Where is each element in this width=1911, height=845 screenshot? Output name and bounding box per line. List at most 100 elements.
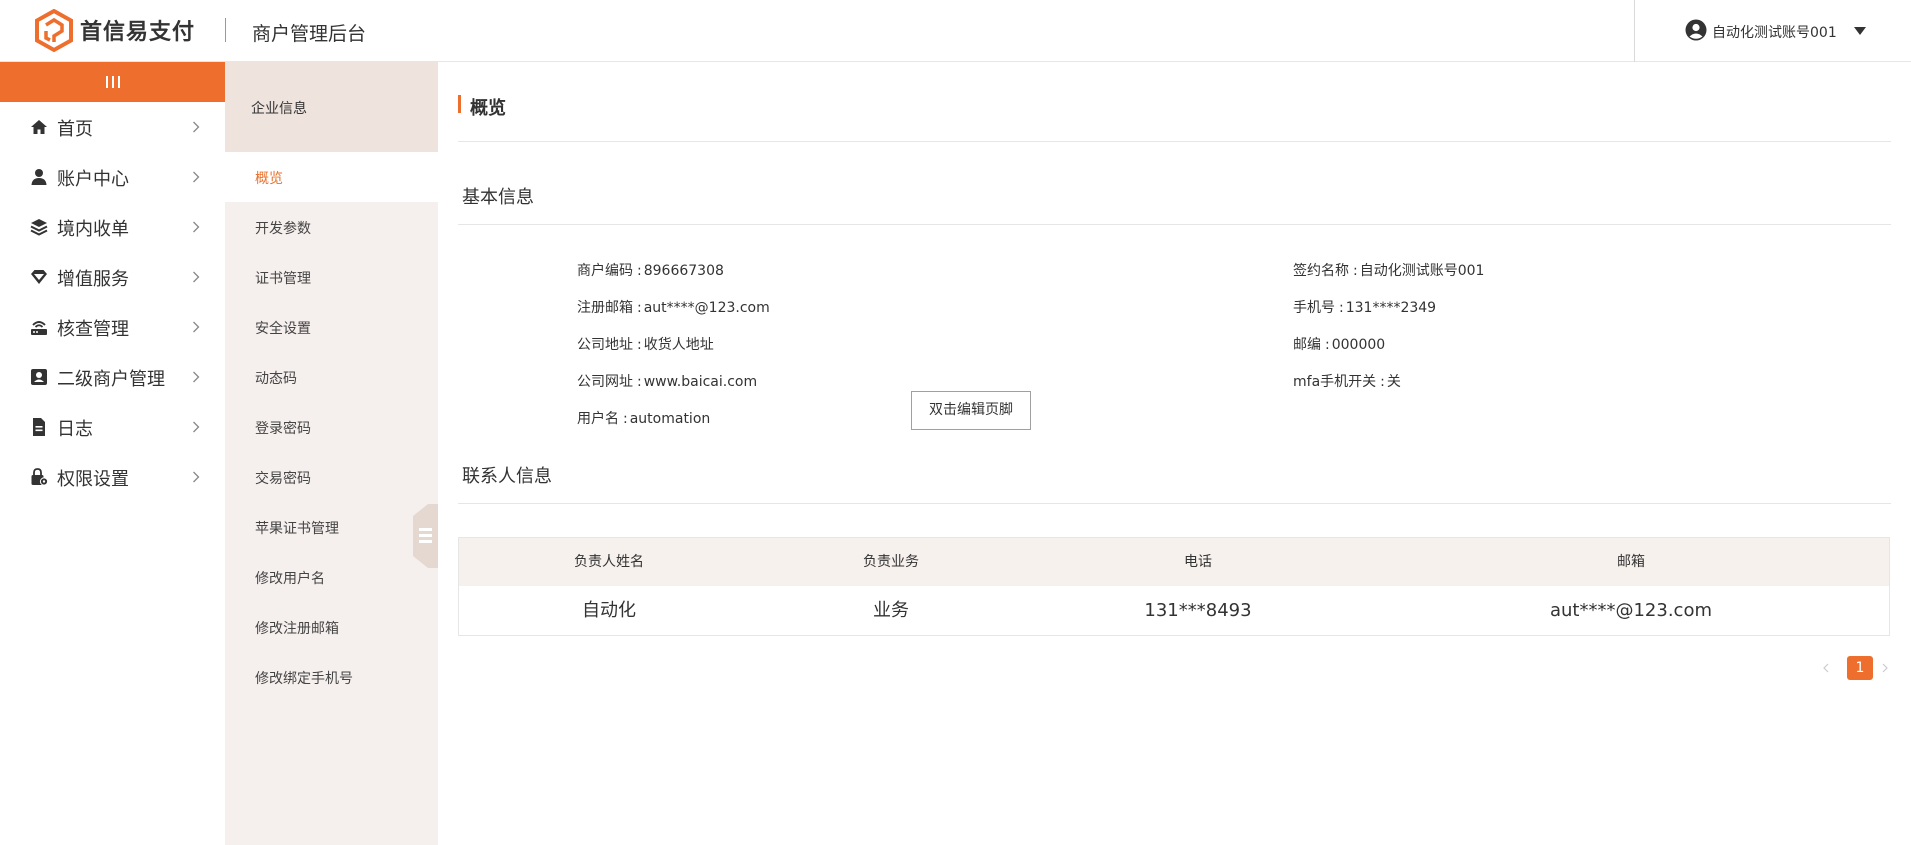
- sub-nav-item-certificates[interactable]: 证书管理: [225, 252, 438, 302]
- nav-item-value-added[interactable]: 增值服务: [0, 252, 225, 302]
- nav-label: 账户中心: [57, 169, 129, 190]
- sub-nav-label: 概览: [255, 171, 283, 187]
- section-title-contact-info: 联系人信息: [462, 466, 552, 487]
- sub-nav-item-login-password[interactable]: 登录密码: [225, 402, 438, 452]
- user-avatar-icon: [1685, 19, 1707, 41]
- table-cell: 业务: [873, 600, 909, 621]
- home-icon: [31, 120, 47, 134]
- main-content: 概览 基本信息 商户编码:896667308 注册邮箱: aut****@123.…: [438, 62, 1911, 845]
- chevron-left-icon[interactable]: [1822, 663, 1830, 673]
- sub-nav-label: 苹果证书管理: [255, 521, 339, 537]
- chevron-right-icon: [193, 471, 200, 483]
- chevron-right-icon: [193, 221, 200, 233]
- left-nav: 首页 账户中心 境内收单 增值服务 核查管理 二级商户管理 日志 权限设置: [0, 62, 225, 845]
- top-header: 首信易支付 商户管理后台 自动化测试账号001: [0, 0, 1911, 62]
- info-username: 用户名: automation: [577, 411, 711, 427]
- sub-nav-item-change-email[interactable]: 修改注册邮箱: [225, 602, 438, 652]
- sub-nav-label: 修改注册邮箱: [255, 621, 339, 637]
- router-icon: [31, 321, 47, 335]
- menu-bars-icon: [106, 76, 120, 88]
- chevron-right-icon: [193, 421, 200, 433]
- sub-nav-label: 修改绑定手机号: [255, 671, 353, 687]
- table-cell: 131***8493: [1144, 600, 1252, 621]
- nav-label: 首页: [57, 119, 93, 140]
- sub-nav-item-change-phone[interactable]: 修改绑定手机号: [225, 652, 438, 702]
- sub-nav-collapse-handle[interactable]: [413, 504, 438, 568]
- contact-table: 负责人姓名 负责业务 电话 邮箱 自动化 业务 131***8493 aut**…: [458, 537, 1890, 636]
- document-icon: [33, 418, 45, 436]
- info-merchant-code: 商户编码:896667308: [577, 263, 724, 279]
- layers-icon: [30, 219, 48, 236]
- id-card-icon: [31, 369, 47, 385]
- chevron-right-icon: [193, 321, 200, 333]
- app-title: 商户管理后台: [252, 23, 367, 45]
- sub-nav-item-dev-params[interactable]: 开发参数: [225, 202, 438, 252]
- chevron-right-icon: [193, 271, 200, 283]
- info-phone: 手机号:131****2349: [1293, 300, 1437, 316]
- info-company-address: 公司地址: 收货人地址: [577, 337, 714, 353]
- sub-nav-label: 登录密码: [255, 421, 311, 437]
- column-header: 负责人姓名: [574, 554, 644, 570]
- sub-nav-item-trade-password[interactable]: 交易密码: [225, 452, 438, 502]
- brand-name: 首信易支付: [80, 20, 196, 45]
- nav-item-sub-merchant[interactable]: 二级商户管理: [0, 352, 225, 402]
- sub-nav-label: 修改用户名: [255, 571, 325, 587]
- table-cell: 自动化: [582, 600, 636, 621]
- column-header: 负责业务: [863, 554, 919, 570]
- chevron-right-icon: [193, 171, 200, 183]
- info-mfa-switch: mfa手机开关: 关: [1293, 374, 1401, 390]
- nav-label: 增值服务: [57, 269, 129, 290]
- user-icon: [31, 169, 47, 185]
- nav-label: 境内收单: [57, 219, 129, 240]
- nav-label: 日志: [57, 419, 93, 440]
- table-header: 负责人姓名 负责业务 电话 邮箱: [459, 538, 1889, 586]
- info-company-website: 公司网址: www.baicai.com: [577, 374, 758, 390]
- sub-nav-item-security[interactable]: 安全设置: [225, 302, 438, 352]
- user-menu[interactable]: 自动化测试账号001: [1634, 0, 1911, 62]
- chevron-right-icon: [193, 121, 200, 133]
- caret-down-icon: [1854, 27, 1866, 35]
- chevron-right-icon: [193, 371, 200, 383]
- sub-nav-header: 企业信息: [225, 62, 438, 152]
- diamond-icon: [31, 270, 47, 284]
- nav-item-domestic-acquiring[interactable]: 境内收单: [0, 202, 225, 252]
- brand-logo-icon: [35, 9, 73, 53]
- sub-nav: 企业信息 概览 开发参数 证书管理 安全设置 动态码 登录密码 交易密码 苹果证…: [225, 62, 438, 845]
- info-postcode: 邮编:000000: [1293, 337, 1386, 353]
- page-button-current[interactable]: 1: [1847, 656, 1873, 680]
- nav-item-logs[interactable]: 日志: [0, 402, 225, 452]
- edit-footer-button[interactable]: 双击编辑页脚: [911, 391, 1031, 430]
- column-header: 邮箱: [1617, 554, 1645, 570]
- page-title: 概览: [470, 98, 506, 119]
- nav-label: 二级商户管理: [57, 369, 165, 390]
- sub-nav-title: 企业信息: [251, 101, 307, 117]
- info-register-email: 注册邮箱: aut****@123.com: [577, 300, 770, 316]
- divider: [458, 503, 1891, 504]
- chevron-right-icon[interactable]: [1881, 663, 1889, 673]
- sub-nav-item-change-username[interactable]: 修改用户名: [225, 552, 438, 602]
- sub-nav-label: 动态码: [255, 371, 297, 387]
- sub-nav-label: 安全设置: [255, 321, 311, 337]
- nav-item-permissions[interactable]: 权限设置: [0, 452, 225, 502]
- sub-nav-item-apple-cert[interactable]: 苹果证书管理: [225, 502, 438, 552]
- divider: [458, 224, 1891, 225]
- column-header: 电话: [1184, 554, 1212, 570]
- sub-nav-label: 交易密码: [255, 471, 311, 487]
- lock-gear-icon: [31, 468, 49, 486]
- user-name: 自动化测试账号001: [1712, 25, 1837, 41]
- nav-collapse-toggle[interactable]: [0, 62, 225, 102]
- nav-item-account-center[interactable]: 账户中心: [0, 152, 225, 202]
- nav-label: 权限设置: [57, 469, 129, 490]
- table-row: 自动化 业务 131***8493 aut****@123.com: [459, 586, 1889, 636]
- sub-nav-label: 证书管理: [255, 271, 311, 287]
- info-contract-name: 签约名称: 自动化测试账号001: [1293, 263, 1485, 279]
- section-title-basic-info: 基本信息: [462, 187, 534, 208]
- header-divider: [225, 18, 226, 42]
- sub-nav-item-dynamic-code[interactable]: 动态码: [225, 352, 438, 402]
- divider: [458, 141, 1891, 142]
- nav-item-home[interactable]: 首页: [0, 102, 225, 152]
- page-title-accent: [458, 95, 461, 113]
- nav-item-verification[interactable]: 核查管理: [0, 302, 225, 352]
- table-cell: aut****@123.com: [1549, 600, 1713, 621]
- sub-nav-item-overview[interactable]: 概览: [225, 152, 438, 202]
